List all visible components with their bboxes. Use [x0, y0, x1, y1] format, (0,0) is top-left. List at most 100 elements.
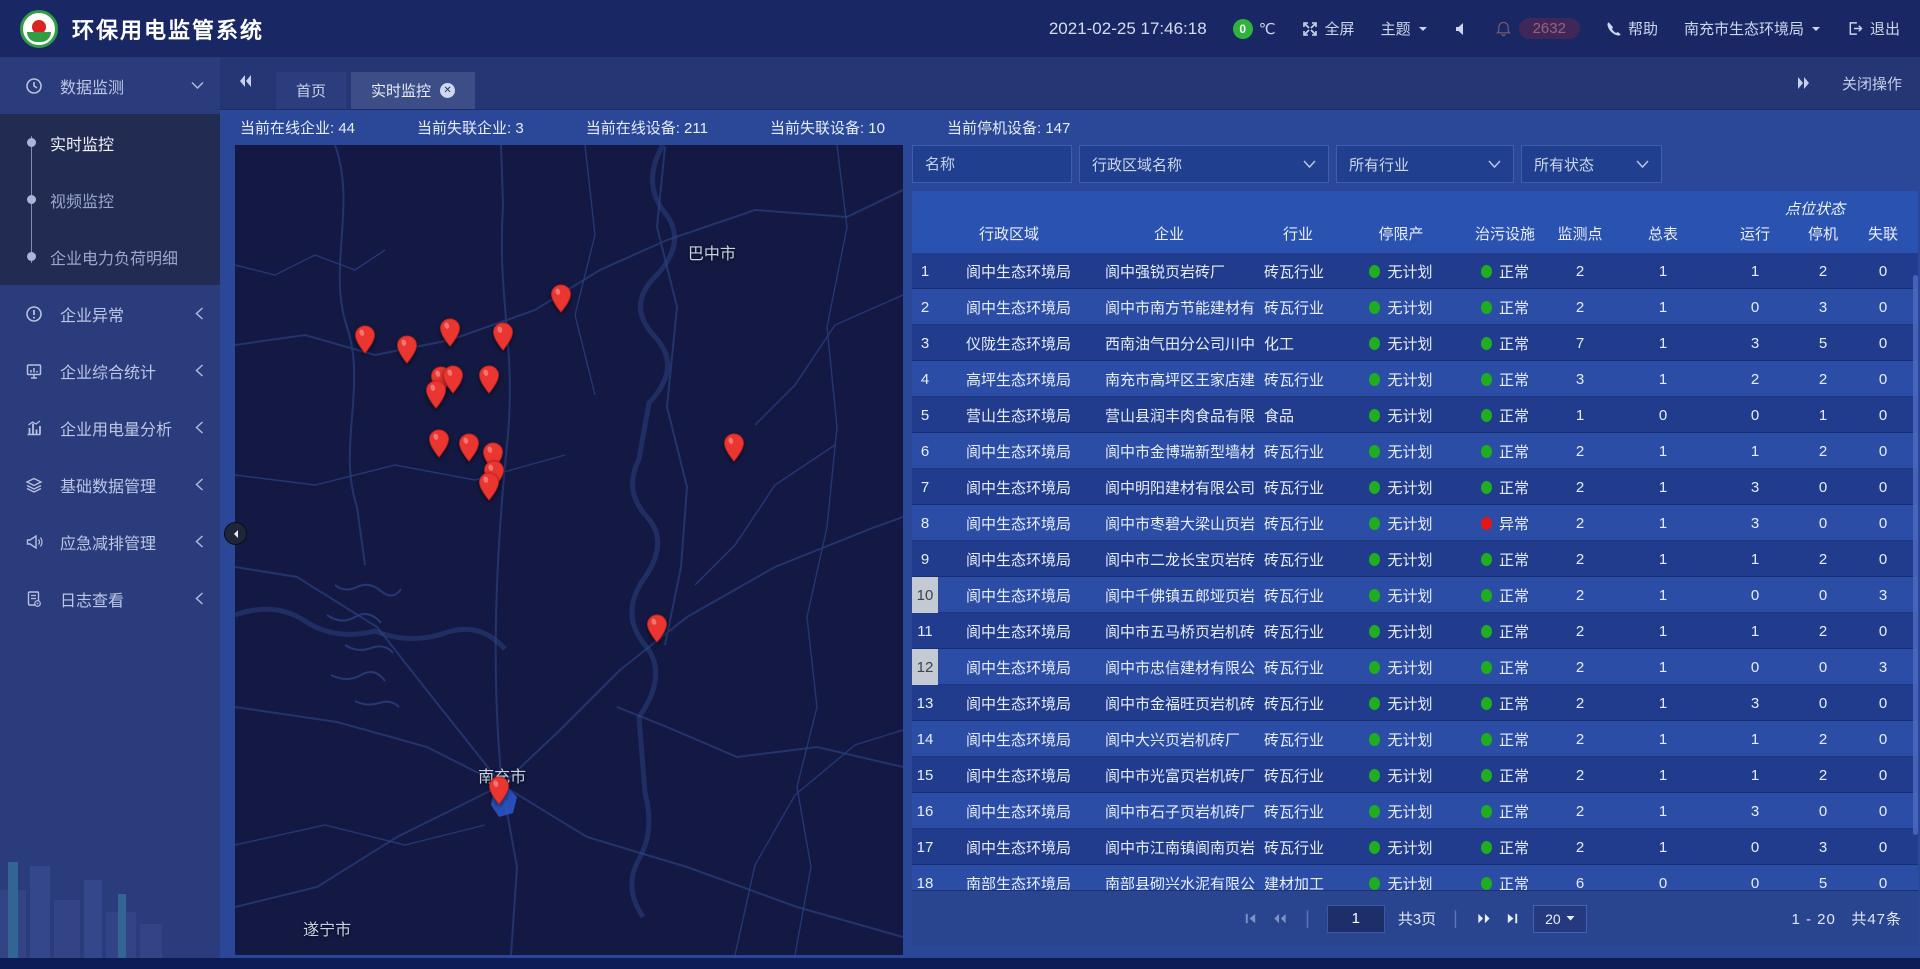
- table-row[interactable]: 10阆中生态环境局阆中千佛镇五郎垭页岩砖瓦行业无计划正常21003: [912, 577, 1918, 613]
- tabs-scroll-right-button[interactable]: [1794, 74, 1812, 92]
- fullscreen-button[interactable]: 全屏: [1302, 18, 1355, 39]
- mute-button[interactable]: [1454, 21, 1470, 37]
- map-marker-pin[interactable]: [396, 335, 418, 369]
- cell-stopped: 5: [1798, 875, 1848, 891]
- cell-industry: 砖瓦行业: [1258, 477, 1338, 498]
- next-page-button[interactable]: [1475, 911, 1492, 926]
- industry-select[interactable]: 所有行业: [1336, 145, 1514, 183]
- table-row[interactable]: 18南部生态环境局南部县砌兴水泥有限公建材加工无计划正常60050: [912, 865, 1918, 890]
- map-panel[interactable]: 巴中市南充市遂宁市: [235, 145, 903, 955]
- sidebar-item-基础数据管理[interactable]: 基础数据管理: [0, 456, 220, 513]
- map-marker-pin[interactable]: [428, 429, 450, 463]
- map-marker-pin[interactable]: [488, 776, 510, 810]
- table-row[interactable]: 5营山生态环境局营山县润丰肉食品有限食品无计划正常10010: [912, 397, 1918, 433]
- map-marker-pin[interactable]: [550, 284, 572, 318]
- cell-stopped: 5: [1798, 335, 1848, 352]
- table-scrollbar[interactable]: [1913, 275, 1918, 835]
- logout-button[interactable]: 退出: [1847, 18, 1900, 39]
- help-button[interactable]: 帮助: [1606, 18, 1658, 39]
- prev-page-button[interactable]: [1271, 911, 1288, 926]
- table-row[interactable]: 9阆中生态环境局阆中市二龙长宝页岩砖砖瓦行业无计划正常21120: [912, 541, 1918, 577]
- map-marker-pin[interactable]: [723, 433, 745, 467]
- sidebar-item-企业综合统计[interactable]: 企业综合统计: [0, 342, 220, 399]
- sidebar-subitem-视频监控[interactable]: 视频监控: [0, 171, 220, 228]
- map-marker-pin[interactable]: [425, 380, 447, 414]
- cell-row-number: 18: [912, 865, 938, 890]
- cell-total-meters: 1: [1614, 515, 1712, 532]
- tab-实时监控[interactable]: 实时监控✕: [351, 72, 475, 109]
- map-marker-pin[interactable]: [646, 614, 668, 648]
- map-marker-pin[interactable]: [478, 472, 500, 506]
- cell-monitor-points: 2: [1546, 443, 1614, 460]
- table-body: 1阆中生态环境局阆中强锐页岩砖厂砖瓦行业无计划正常211202阆中生态环境局阆中…: [912, 253, 1918, 890]
- divider: |: [1453, 908, 1458, 929]
- page-number-input[interactable]: [1327, 905, 1385, 933]
- tab-首页[interactable]: 首页: [276, 72, 346, 109]
- table-row[interactable]: 7阆中生态环境局阆中明阳建材有限公司砖瓦行业无计划正常21300: [912, 469, 1918, 505]
- cell-disconnected: 0: [1848, 731, 1918, 748]
- cell-stopped: 2: [1798, 263, 1848, 280]
- theme-dropdown[interactable]: 主题: [1381, 18, 1428, 39]
- table-row[interactable]: 12阆中生态环境局阆中市忠信建材有限公砖瓦行业无计划正常21003: [912, 649, 1918, 685]
- cell-company: 阆中市南方节能建材有: [1080, 297, 1258, 318]
- table-row[interactable]: 2阆中生态环境局阆中市南方节能建材有砖瓦行业无计划正常21030: [912, 289, 1918, 325]
- sidebar-item-企业用电量分析[interactable]: 企业用电量分析: [0, 399, 220, 456]
- alarm-counter[interactable]: 2632: [1496, 18, 1580, 39]
- status-select[interactable]: 所有状态: [1521, 145, 1662, 183]
- chevron-left-icon: [231, 529, 241, 539]
- cell-stopped: 2: [1798, 443, 1848, 460]
- sidebar-subitem-企业电力负荷明细[interactable]: 企业电力负荷明细: [0, 228, 220, 285]
- name-search-input[interactable]: [912, 145, 1072, 183]
- column-header-失联: 失联: [1848, 223, 1918, 244]
- status-dot-icon: [1369, 481, 1380, 494]
- cell-facility-status: 正常: [1464, 333, 1546, 354]
- close-operations-button[interactable]: 关闭操作: [1842, 73, 1902, 94]
- sidebar-subitem-实时监控[interactable]: 实时监控: [0, 114, 220, 171]
- map-marker-pin[interactable]: [458, 433, 480, 467]
- cell-limit-status: 无计划: [1338, 873, 1464, 891]
- table-row[interactable]: 15阆中生态环境局阆中市光富页岩机砖厂砖瓦行业无计划正常21120: [912, 757, 1918, 793]
- cell-region: 阆中生态环境局: [938, 729, 1080, 750]
- map-roads: [235, 145, 903, 955]
- cell-stopped: 1: [1798, 407, 1848, 424]
- map-marker-pin[interactable]: [354, 325, 376, 359]
- double-chevron-right-icon: [1794, 74, 1812, 92]
- bullet-icon: [27, 138, 36, 147]
- table-row[interactable]: 14阆中生态环境局阆中大兴页岩机砖厂砖瓦行业无计划正常21120: [912, 721, 1918, 757]
- cell-stopped: 2: [1798, 623, 1848, 640]
- tabs-scroll-left-button[interactable]: [236, 72, 254, 90]
- pin-icon: [396, 335, 418, 364]
- last-page-button[interactable]: [1505, 911, 1520, 926]
- table-row[interactable]: 13阆中生态环境局阆中市金福旺页岩机砖砖瓦行业无计划正常21300: [912, 685, 1918, 721]
- cell-region: 阆中生态环境局: [938, 693, 1080, 714]
- first-page-button[interactable]: [1243, 911, 1258, 926]
- alarm-count-badge: 2632: [1519, 18, 1580, 39]
- cell-industry: 建材加工: [1258, 873, 1338, 891]
- table-row[interactable]: 6阆中生态环境局阆中市金博瑞新型墙材砖瓦行业无计划正常21120: [912, 433, 1918, 469]
- cell-facility-status: 正常: [1464, 801, 1546, 822]
- sidebar-item-日志查看[interactable]: 日志查看: [0, 570, 220, 627]
- table-row[interactable]: 4高坪生态环境局南充市高坪区王家店建砖瓦行业无计划正常31220: [912, 361, 1918, 397]
- tab-close-icon[interactable]: ✕: [440, 83, 455, 98]
- column-header-运行: 运行: [1712, 223, 1798, 244]
- table-row[interactable]: 1阆中生态环境局阆中强锐页岩砖厂砖瓦行业无计划正常21120: [912, 253, 1918, 289]
- sidebar-item-数据监测[interactable]: 数据监测: [0, 57, 220, 114]
- map-marker-pin[interactable]: [492, 322, 514, 356]
- sidebar-item-chevron: [195, 364, 204, 377]
- table-row[interactable]: 8阆中生态环境局阆中市枣碧大梁山页岩砖瓦行业无计划异常21300: [912, 505, 1918, 541]
- table-row[interactable]: 17阆中生态环境局阆中市江南镇阆南页岩砖瓦行业无计划正常21030: [912, 829, 1918, 865]
- cell-limit-status: 无计划: [1338, 621, 1464, 642]
- map-collapse-button[interactable]: [224, 522, 247, 545]
- org-dropdown[interactable]: 南充市生态环境局: [1684, 18, 1821, 39]
- cell-industry: 砖瓦行业: [1258, 585, 1338, 606]
- sidebar-item-企业异常[interactable]: 企业异常: [0, 285, 220, 342]
- prev-page-icon: [1271, 911, 1288, 926]
- sidebar-item-应急减排管理[interactable]: 应急减排管理: [0, 513, 220, 570]
- map-marker-pin[interactable]: [478, 365, 500, 399]
- table-row[interactable]: 11阆中生态环境局阆中市五马桥页岩机砖砖瓦行业无计划正常21120: [912, 613, 1918, 649]
- table-row[interactable]: 3仪陇生态环境局西南油气田分公司川中化工无计划正常71350: [912, 325, 1918, 361]
- page-size-select[interactable]: 20: [1533, 905, 1587, 933]
- table-row[interactable]: 16阆中生态环境局阆中市石子页岩机砖厂砖瓦行业无计划正常21300: [912, 793, 1918, 829]
- map-marker-pin[interactable]: [439, 318, 461, 352]
- region-select[interactable]: 行政区域名称: [1079, 145, 1329, 183]
